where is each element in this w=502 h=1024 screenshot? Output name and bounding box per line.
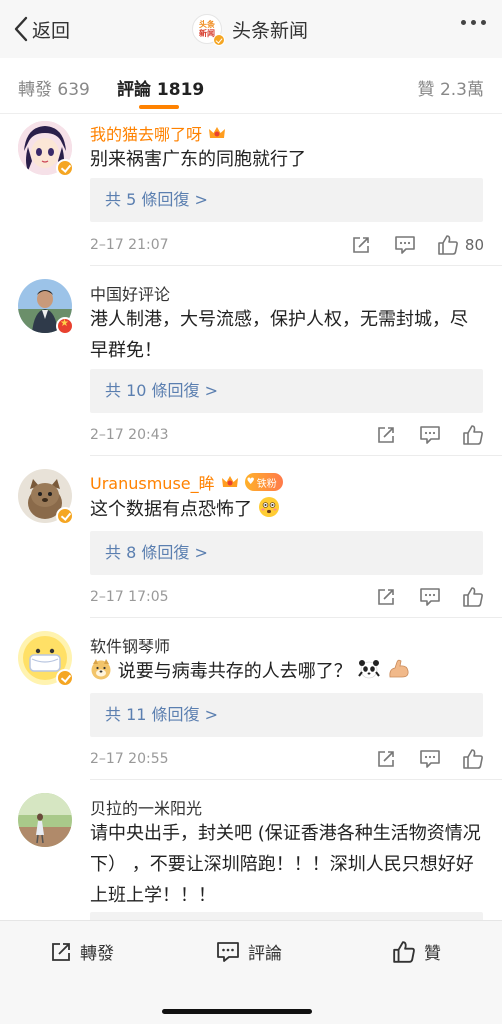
share-icon[interactable] [376, 424, 398, 446]
flushed-face-emoji-icon [258, 497, 279, 517]
thumbs-up-icon [463, 425, 483, 445]
comment-time: 2–17 20:43 [90, 427, 169, 443]
navigation-bar: 返回 头条 新闻 头条新闻 [0, 0, 502, 58]
username[interactable]: Uranusmuse_眸 [90, 470, 215, 494]
tab-likes[interactable]: 贊 2.3萬 [418, 75, 484, 100]
official-badge-icon [56, 317, 74, 335]
username[interactable]: 贝拉的一米阳光 [90, 795, 202, 819]
tab-bar: 轉發 639 評論 1819 贊 2.3萬 [0, 58, 502, 114]
tab-reposts[interactable]: 轉發 639 [18, 75, 90, 100]
replies-link[interactable]: 共 8 條回復 > [90, 531, 483, 575]
back-button[interactable]: 返回 [14, 14, 70, 44]
verified-badge-icon [213, 34, 225, 46]
like-button[interactable]: 贊 [392, 939, 441, 964]
verified-badge-icon [56, 159, 74, 177]
thumbs-up-icon [393, 940, 415, 963]
comment-icon [217, 941, 239, 962]
vip-crown-icon [209, 127, 226, 138]
comment-item: 贝拉的一米阳光 请中央出手，封关吧 (保证香港各种生活物资情况下） ，不要让深圳… [0, 780, 502, 920]
like-button[interactable]: 80 [437, 234, 484, 256]
share-icon[interactable] [376, 748, 398, 770]
comment-item: Uranusmuse_眸 ♥ 铁粉 这个数据有点恐怖了 共 8 條回復 > 2–1… [0, 456, 502, 618]
comment-item: 软件钢琴师 说要与病毒共存的人去哪了？ 共 11 條回復 > 2–17 20:5… [0, 618, 502, 780]
comment-item: 中国好评论 港人制港，大号流感，保护人权，无需封城，尽早群免！ 共 10 條回復… [0, 266, 502, 456]
account-header[interactable]: 头条 新闻 头条新闻 [192, 12, 308, 46]
thumbs-up-icon [438, 235, 458, 255]
comment-button[interactable]: 評論 [216, 939, 282, 964]
avatar[interactable] [18, 121, 74, 177]
fan-badge: ♥ 铁粉 [244, 473, 283, 491]
reply-icon[interactable] [419, 586, 441, 608]
like-button[interactable] [462, 424, 484, 446]
comment-text: 港人制港，大号流感，保护人权，无需封城，尽早群免！ [90, 309, 468, 361]
comment-text: 请中央出手，封关吧 (保证香港各种生活物资情况下） ，不要让深圳陪跑！！！深圳人… [90, 823, 481, 906]
replies-link[interactable] [90, 912, 483, 920]
avatar[interactable] [18, 279, 74, 335]
replies-link[interactable]: 共 11 條回復 > [90, 693, 483, 737]
username[interactable]: 软件钢琴师 [90, 633, 170, 657]
account-logo: 头条 新闻 [192, 14, 225, 46]
username[interactable]: 中国好评论 [90, 281, 170, 305]
reply-icon[interactable] [419, 748, 441, 770]
comment-time: 2–17 20:55 [90, 751, 169, 767]
share-icon[interactable] [351, 234, 373, 256]
flexed-biceps-emoji-icon [389, 659, 409, 678]
comment-text: 说要与病毒共存的人去哪了？ [117, 661, 352, 682]
comment-label: 評論 [248, 944, 282, 964]
avatar[interactable] [18, 469, 74, 525]
like-count: 80 [464, 236, 484, 254]
avatar[interactable] [18, 631, 74, 687]
thumbs-up-icon [463, 587, 483, 607]
back-label: 返回 [32, 19, 71, 42]
like-button[interactable] [462, 586, 484, 608]
replies-link[interactable]: 共 5 條回復 > [90, 178, 483, 222]
doge-emoji-icon [91, 659, 111, 680]
reply-icon[interactable] [394, 234, 416, 256]
verified-badge-icon [56, 507, 74, 525]
panda-emoji-icon [358, 660, 381, 679]
username[interactable]: 我的猫去哪了呀 [90, 121, 202, 145]
share-icon [52, 942, 70, 961]
thumbs-up-icon [463, 749, 483, 769]
repost-button[interactable]: 轉發 [50, 939, 114, 964]
tab-comments[interactable]: 評論 1819 [117, 75, 204, 100]
replies-link[interactable]: 共 10 條回復 > [90, 369, 483, 413]
verified-badge-icon [56, 669, 74, 687]
share-icon[interactable] [376, 586, 398, 608]
avatar[interactable] [18, 793, 72, 847]
comment-text: 别来祸害广东的同胞就行了 [90, 149, 306, 170]
like-button[interactable] [462, 748, 484, 770]
reply-icon[interactable] [419, 424, 441, 446]
chevron-left-icon [14, 16, 28, 42]
page-title: 头条新闻 [232, 19, 309, 42]
vip-crown-icon [221, 476, 238, 487]
comment-time: 2–17 17:05 [90, 589, 169, 605]
bottom-action-bar: 轉發 評論 贊 [0, 920, 502, 1024]
home-indicator [162, 1009, 312, 1014]
repost-label: 轉發 [80, 944, 114, 964]
active-tab-indicator [139, 105, 179, 109]
like-label: 贊 [424, 944, 441, 964]
comment-item: 我的猫去哪了呀 别来祸害广东的同胞就行了 共 5 條回復 > 2–17 21:0… [0, 114, 502, 266]
comment-text: 这个数据有点恐怖了 [90, 499, 252, 520]
more-icon[interactable] [461, 20, 486, 25]
comment-time: 2–17 21:07 [90, 237, 169, 253]
